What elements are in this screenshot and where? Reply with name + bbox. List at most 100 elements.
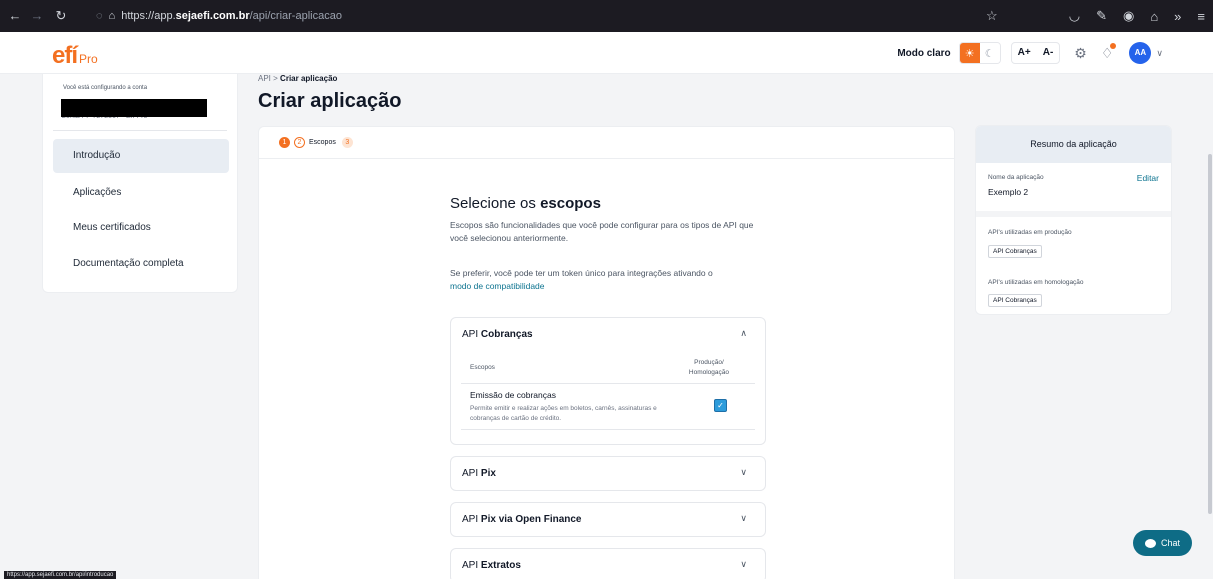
hom-apis-label: API's utilizadas em homologação (988, 279, 1084, 286)
overflow-chevron-icon[interactable]: » (1174, 9, 1181, 24)
compat-paragraph: Se preferir, você pode ter um token únic… (450, 267, 770, 293)
api-prefix: API (462, 329, 481, 340)
scope-name: Emissão de cobranças (470, 390, 556, 400)
font-decrease-button[interactable]: A- (1037, 43, 1060, 63)
step-1: 1 (279, 137, 290, 148)
chat-bubble-icon (1144, 538, 1156, 548)
scope-description: Permite emitir e realizar ações em bolet… (470, 405, 657, 422)
prod-api-chip: API Cobranças (988, 245, 1042, 258)
account-redaction (61, 99, 207, 117)
api-name: Extratos (480, 560, 521, 571)
sidebar: Você está configurando a conta Conta PF … (42, 74, 238, 293)
api-panel-pix[interactable]: API Pix ∨ (450, 456, 766, 491)
bookmark-star-icon[interactable]: ☆ (986, 8, 998, 24)
edit-link[interactable]: Editar (1137, 173, 1159, 183)
logo-main: efí (52, 42, 78, 69)
sidebar-item-aplicacoes[interactable]: Aplicações (53, 176, 229, 210)
gear-icon[interactable]: ⚙ (1074, 45, 1087, 62)
step-2-label: Escopos (309, 139, 336, 146)
section-title-prefix: Selecione os (450, 195, 541, 212)
scrollbar-thumb[interactable] (1208, 154, 1212, 514)
wrench-icon[interactable]: ✎ (1096, 8, 1107, 24)
page-scrollbar[interactable] (1207, 74, 1213, 579)
api-panel-header[interactable]: API Pix via Open Finance (462, 514, 582, 525)
logo-sub: Pro (79, 52, 98, 66)
logo[interactable]: efí Pro (52, 42, 98, 70)
step-2: 2 (294, 137, 305, 148)
menu-icon[interactable]: ≡ (1197, 9, 1205, 24)
api-prefix: API (462, 560, 481, 571)
breadcrumb: API > Criar aplicação (258, 74, 337, 83)
url-host: sejaefi.com.br (175, 10, 250, 22)
avatar[interactable]: AA (1129, 42, 1152, 64)
theme-toggle[interactable]: ☀ ☾ (958, 42, 1001, 64)
api-panel-header[interactable]: API Pix (462, 468, 496, 479)
step-3: 3 (341, 137, 353, 148)
sidebar-item-documentacao[interactable]: Documentação completa (53, 247, 229, 281)
status-url: https://app.sejaefi.com.br/api/introduca… (4, 571, 117, 579)
reload-icon[interactable]: ↻ (50, 8, 72, 24)
page-title: Criar aplicação (258, 90, 402, 112)
prod-apis-label: API's utilizadas em produção (988, 229, 1072, 236)
url-prefix: https://app. (121, 10, 176, 22)
summary-title: Resumo da aplicação (976, 126, 1171, 163)
app-name-value: Exemplo 2 (988, 187, 1029, 197)
scope-checkbox[interactable]: ✓ (714, 399, 727, 412)
extensions-icon[interactable]: ⌂ (1150, 9, 1158, 24)
url-path: /api/criar-aplicacao (249, 10, 342, 22)
col-prod-line1: Produção/ (694, 359, 724, 366)
breadcrumb-root[interactable]: API (258, 74, 271, 83)
chevron-up-icon[interactable]: ∧ (740, 328, 747, 339)
main-card: 1 2 Escopos 3 Selecione os escopos Escop… (258, 126, 955, 579)
breadcrumb-separator: > (273, 74, 278, 83)
chat-label: Chat (1160, 538, 1180, 548)
sidebar-item-certificados[interactable]: Meus certificados (53, 211, 229, 245)
api-panel-header[interactable]: API Cobranças (462, 329, 533, 340)
section-description: Escopos são funcionalidades que você pod… (450, 220, 754, 243)
col-header-escopos: Escopos (470, 364, 495, 371)
address-bar[interactable]: ◌ ⌂ https://app. sejaefi.com.br/api/criar… (96, 6, 956, 26)
moon-icon[interactable]: ☾ (979, 43, 1000, 63)
chevron-down-icon[interactable]: ∨ (1156, 48, 1163, 59)
api-prefix: API (462, 468, 481, 479)
sidebar-item-introducao[interactable]: Introdução (53, 139, 229, 173)
api-name: Pix via Open Finance (480, 514, 582, 525)
lock-icon: ⌂ (108, 10, 116, 22)
compat-link[interactable]: modo de compatibilidade (450, 281, 545, 291)
hom-api-chip: API Cobranças (988, 294, 1042, 307)
col-header-producao: Produção/ Homologação (689, 358, 729, 378)
api-panel-pix-open-finance[interactable]: API Pix via Open Finance ∨ (450, 502, 766, 537)
stepper: 1 2 Escopos 3 (279, 137, 353, 148)
forward-arrow-icon[interactable]: → (26, 8, 48, 23)
font-increase-button[interactable]: A+ (1012, 43, 1037, 63)
divider (461, 429, 755, 430)
api-panel-cobrancas: API Cobranças ∧ Escopos Produção/ Homolo… (450, 317, 766, 445)
summary-card: Resumo da aplicação Nome da aplicação Ed… (975, 125, 1172, 315)
api-name: Pix (480, 468, 496, 479)
account-label: Você está configurando a conta (63, 85, 148, 91)
account-icon[interactable]: ◉ (1123, 8, 1134, 24)
api-panel-extratos[interactable]: API Extratos ∨ (450, 548, 766, 579)
api-name: Cobranças (480, 329, 533, 340)
api-panel-header[interactable]: API Extratos (462, 560, 521, 571)
app-name-label: Nome da aplicação (988, 174, 1044, 181)
sun-icon[interactable]: ☀ (959, 43, 980, 63)
breadcrumb-current: Criar aplicação (280, 74, 338, 83)
summary-gap (976, 211, 1171, 217)
back-arrow-icon[interactable]: ← (4, 8, 26, 23)
section-title-bold: escopos (540, 195, 601, 212)
chat-button[interactable]: Chat (1133, 530, 1192, 556)
chevron-down-icon[interactable]: ∨ (740, 559, 747, 570)
api-prefix: API (462, 514, 481, 525)
section-title: Selecione os escopos (450, 195, 601, 212)
chevron-down-icon[interactable]: ∨ (740, 513, 747, 524)
pocket-icon[interactable]: ◡ (1069, 8, 1080, 24)
chevron-down-icon[interactable]: ∨ (740, 467, 747, 478)
app-header: efí Pro Modo claro ☀ ☾ A+ A- ⚙ ♢ AA ∨ (0, 32, 1213, 74)
divider (259, 158, 954, 159)
divider (53, 130, 227, 131)
browser-toolbar: ← → ↻ ◌ ⌂ https://app. sejaefi.com.br/api… (0, 0, 1213, 32)
col-prod-line2: Homologação (688, 369, 729, 376)
font-size-controls: A+ A- (1010, 42, 1061, 64)
bell-icon[interactable]: ♢ (1101, 42, 1117, 62)
